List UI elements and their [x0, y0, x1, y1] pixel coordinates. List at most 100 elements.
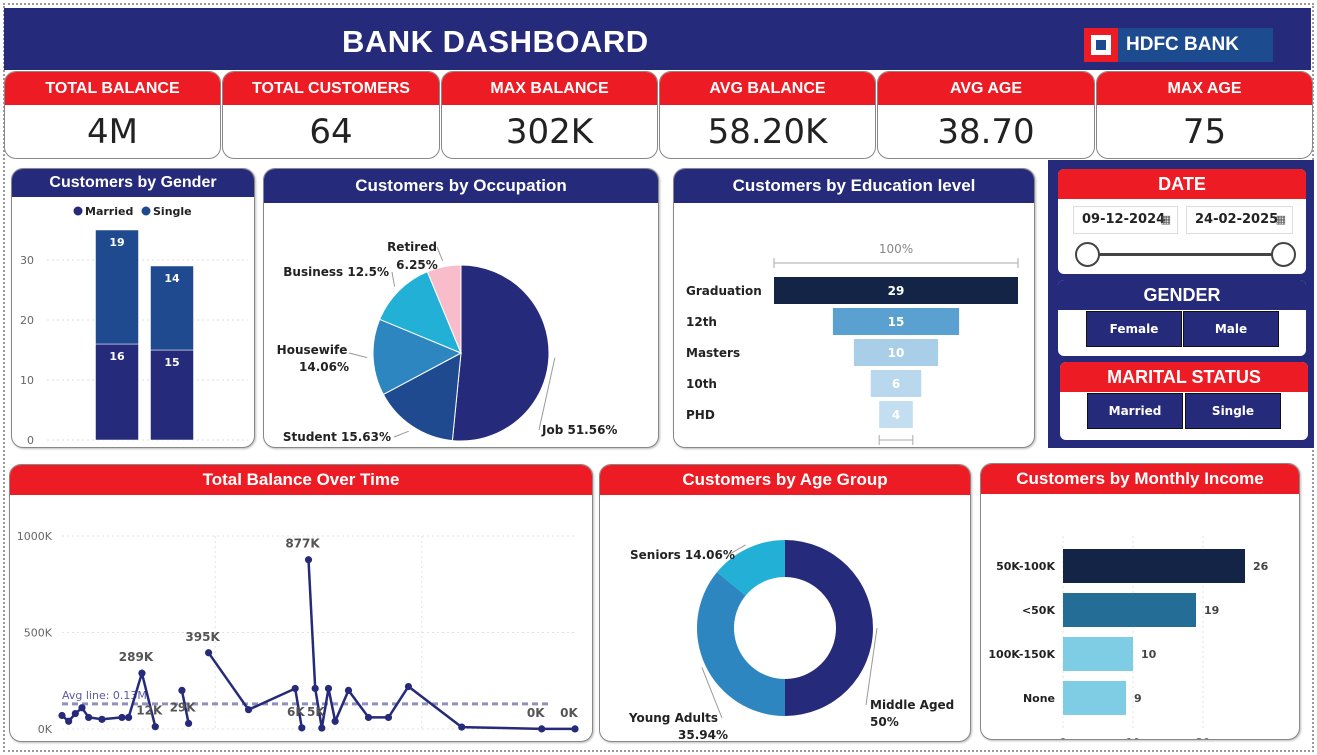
start-date-field[interactable]: 09-12-2024 ▦: [1073, 206, 1178, 234]
data-point: [291, 684, 299, 693]
bar: [1063, 681, 1126, 715]
category-label: 10th: [686, 377, 717, 391]
data-label: 10: [1141, 648, 1157, 661]
data-label: 15: [888, 315, 905, 329]
data-point: [58, 711, 66, 720]
kpi-value: 4M: [87, 112, 138, 152]
kpi-avg-balance: AVG BALANCE 58.20K: [659, 71, 876, 159]
leader-line: [436, 246, 444, 261]
legend-marker: [141, 206, 151, 216]
end-date-value: 24-02-2025: [1195, 212, 1279, 227]
data-label: 0K: [560, 706, 578, 720]
chart-title: Customers by Gender: [12, 169, 254, 197]
end-range-handle[interactable]: [1271, 242, 1296, 267]
legend-label: Single: [153, 205, 192, 218]
slice-pct-label: 35.94%: [678, 728, 728, 742]
chart-title: Customers by Occupation: [264, 169, 658, 203]
data-label: 0K: [527, 706, 545, 720]
data-label: 19: [1204, 604, 1219, 617]
balance-time-chart: 0K500K1000KJan 2025Feb 2025Avg line: 0.1…: [17, 530, 579, 742]
leader-line: [348, 352, 368, 359]
male-filter-button[interactable]: Male: [1183, 311, 1279, 347]
funnel-top-label: 100%: [879, 242, 913, 256]
calendar-icon[interactable]: ▦: [1276, 207, 1286, 233]
single-filter-button[interactable]: Single: [1185, 393, 1281, 429]
category-label: <50K: [1022, 604, 1056, 617]
data-point: [311, 684, 319, 693]
y-tick-label: 10: [20, 374, 34, 387]
female-filter-button[interactable]: Female: [1086, 311, 1182, 347]
data-label: 10: [888, 346, 905, 360]
slice-pct-label: 14.06%: [299, 360, 349, 374]
age-group-chart: Middle Aged 50% Young Adults 35.94% Seniors …: [628, 540, 954, 742]
marital-slicer-title: MARITAL STATUS: [1060, 362, 1308, 392]
data-point: [298, 724, 306, 732]
kpi-avg-age: AVG AGE 38.70: [877, 71, 1095, 159]
data-point: [65, 717, 73, 725]
data-label: 395K: [185, 630, 220, 644]
data-point: [571, 725, 579, 733]
slice-label: Retired: [387, 240, 437, 254]
category-label: 50K-100K: [996, 560, 1055, 573]
age-group-chart-card: Customers by Age Group Middle Aged 50% You…: [599, 464, 971, 742]
married-filter-button[interactable]: Married: [1087, 393, 1183, 429]
x-tick-label: Female: [150, 447, 195, 448]
data-label: 6: [892, 377, 900, 391]
kpi-value: 75: [1182, 112, 1227, 152]
start-range-handle[interactable]: [1075, 242, 1100, 267]
data-label: 9: [1134, 692, 1142, 705]
hdfc-logo: HDFC BANK: [1084, 28, 1273, 62]
data-point: [538, 725, 546, 733]
income-chart-card: Customers by Monthly Income 0 10 20 26 50K-1…: [980, 463, 1300, 740]
bar: [1063, 593, 1196, 627]
chart-title: Customers by Education level: [674, 169, 1034, 203]
kpi-label: MAX AGE: [1097, 72, 1312, 105]
data-point: [98, 715, 106, 723]
data-label: 5K: [307, 705, 325, 719]
slice-label: Young Adults: [628, 711, 718, 725]
category-label: Masters: [686, 346, 740, 360]
pie-slice: [451, 264, 550, 442]
start-date-value: 09-12-2024: [1082, 212, 1166, 227]
kpi-value: 302K: [505, 112, 594, 152]
data-point: [404, 682, 413, 691]
x-tick-label: 20: [1196, 736, 1210, 740]
data-label: 877K: [285, 537, 320, 551]
data-point: [364, 713, 373, 722]
data-point: [384, 713, 393, 722]
calendar-icon[interactable]: ▦: [1161, 207, 1171, 233]
data-point: [324, 684, 333, 693]
data-label: 6K: [287, 705, 305, 719]
data-point: [458, 723, 466, 731]
occupation-chart: Job 51.56% Student 15.63% Housewife 14.06% B…: [277, 240, 618, 444]
leader-line: [391, 271, 396, 287]
chart-title: Customers by Age Group: [600, 465, 970, 495]
balance-time-chart-card: Total Balance Over Time 0K 500K 1000K Jan 2…: [9, 464, 593, 742]
date-slicer-title: DATE: [1058, 169, 1306, 199]
data-point: [118, 713, 126, 722]
hdfc-logo-icon: [1084, 28, 1118, 62]
kpi-max-age: MAX AGE 75: [1096, 71, 1313, 159]
data-point: [85, 713, 93, 722]
x-tick-label: Jan 2025: [193, 739, 248, 742]
data-label: 4: [892, 408, 900, 422]
kpi-label: TOTAL BALANCE: [5, 72, 220, 105]
end-date-field[interactable]: 24-02-2025 ▦: [1186, 206, 1293, 234]
kpi-value: 58.20K: [707, 112, 828, 152]
kpi-total-balance: TOTAL BALANCE 4M: [4, 71, 221, 159]
y-tick-label: 0: [27, 434, 34, 447]
gender-chart: 0 10 20 30 Married Single 16 19 Male 15 14 Female: [20, 205, 248, 448]
data-point: [344, 686, 353, 694]
x-tick-label: 0: [1060, 736, 1067, 740]
data-label: 26: [1253, 560, 1269, 573]
legend-label: Married: [85, 205, 133, 218]
chart-title: Total Balance Over Time: [10, 465, 592, 495]
slice-pct-label: 6.25%: [396, 258, 438, 272]
data-label: 29K: [170, 700, 197, 714]
chart-title: Customers by Monthly Income: [981, 464, 1299, 494]
y-tick-label: 30: [20, 254, 34, 267]
leader-line: [393, 430, 409, 438]
y-tick-label: 500K: [24, 627, 53, 640]
data-point: [151, 723, 159, 731]
y-tick-label: 20: [20, 314, 34, 327]
